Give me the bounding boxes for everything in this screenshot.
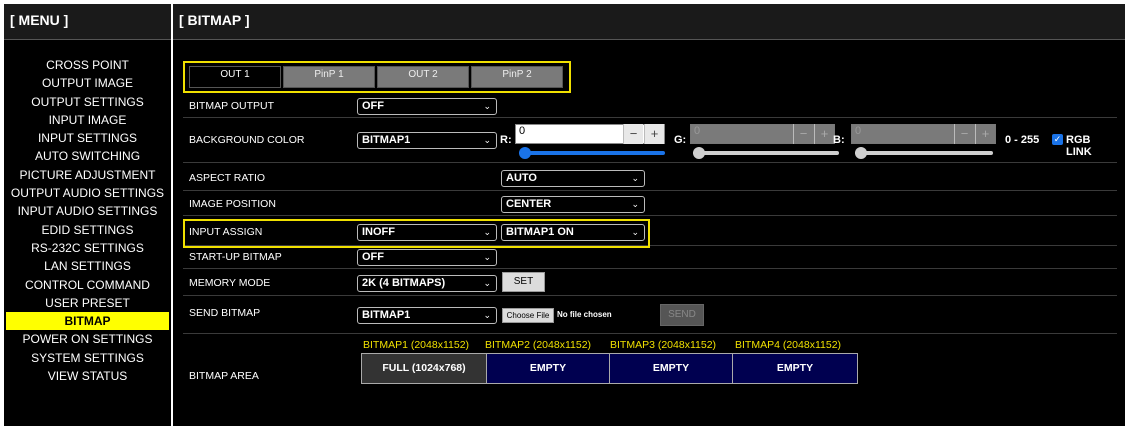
menu-item-input-settings[interactable]: INPUT SETTINGS	[4, 129, 171, 147]
rgb-link-label: RGB LINK	[1066, 134, 1092, 158]
startup-bitmap-label: START-UP BITMAP	[189, 251, 282, 263]
chevron-down-icon: ⌄	[483, 101, 491, 111]
aspect-ratio-select[interactable]: AUTO ⌄	[501, 170, 645, 187]
bitmap3-cell[interactable]: EMPTY	[609, 353, 733, 384]
memory-mode-label: MEMORY MODE	[189, 277, 271, 289]
range-text: 0 - 255	[1005, 134, 1040, 146]
bitmap-area-label: BITMAP AREA	[189, 370, 259, 382]
menu-item-edid-settings[interactable]: EDID SETTINGS	[4, 221, 171, 239]
send-bitmap-value: BITMAP1	[362, 309, 411, 321]
aspect-ratio-label: ASPECT RATIO	[189, 172, 266, 184]
bitmap3-header: BITMAP3 (2048x1152)	[610, 339, 717, 351]
memory-mode-value: 2K (4 BITMAPS)	[362, 277, 446, 289]
b-channel-label: B:	[833, 134, 845, 146]
image-position-label: IMAGE POSITION	[189, 198, 276, 210]
g-minus-button[interactable]: −	[793, 124, 813, 144]
menu-title: [ MENU ]	[4, 4, 171, 40]
image-position-select[interactable]: CENTER ⌄	[501, 196, 645, 213]
chevron-down-icon: ⌄	[631, 199, 639, 209]
menu-item-output-image[interactable]: OUTPUT IMAGE	[4, 74, 171, 92]
menu-item-power-on-settings[interactable]: POWER ON SETTINGS	[4, 330, 171, 348]
menu-item-lan-settings[interactable]: LAN SETTINGS	[4, 257, 171, 275]
menu-item-picture-adjustment[interactable]: PICTURE ADJUSTMENT	[4, 166, 171, 184]
main-panel: [ BITMAP ] OUT 1 PinP 1 OUT 2 PinP 2 BIT…	[173, 4, 1125, 426]
b-slider-knob[interactable]	[855, 147, 867, 159]
row-startup-bitmap: START-UP BITMAP OFF ⌄	[183, 246, 1117, 269]
g-channel-label: G:	[674, 134, 687, 146]
tab-out-1[interactable]: OUT 1	[189, 66, 281, 88]
g-slider-knob[interactable]	[693, 147, 705, 159]
aspect-ratio-value: AUTO	[506, 172, 537, 184]
bitmap1-cell[interactable]: FULL (1024x768)	[361, 353, 487, 384]
side-menu: [ MENU ] CROSS POINT OUTPUT IMAGE OUTPUT…	[4, 4, 171, 426]
bitmap2-header: BITMAP2 (2048x1152)	[485, 339, 592, 351]
row-background-color: BACKGROUND COLOR BITMAP1 ⌄ R: 0 − + G: 0…	[183, 118, 1117, 163]
r-slider-knob[interactable]	[519, 147, 531, 159]
choose-file-button[interactable]: Choose File	[502, 308, 554, 323]
menu-item-input-image[interactable]: INPUT IMAGE	[4, 111, 171, 129]
g-number-field: 0 − +	[690, 124, 835, 144]
rgb-link-checkbox[interactable]: ✓	[1052, 134, 1063, 145]
menu-item-user-preset[interactable]: USER PRESET	[4, 294, 171, 312]
row-memory-mode: MEMORY MODE 2K (4 BITMAPS) ⌄ SET	[183, 269, 1117, 296]
chevron-down-icon: ⌄	[483, 278, 491, 288]
b-slider[interactable]	[855, 147, 993, 159]
menu-item-output-settings[interactable]: OUTPUT SETTINGS	[4, 93, 171, 111]
chevron-down-icon: ⌄	[483, 310, 491, 320]
output-tabs: OUT 1 PinP 1 OUT 2 PinP 2	[183, 61, 571, 93]
menu-item-bitmap[interactable]: BITMAP	[6, 312, 169, 331]
chevron-down-icon: ⌄	[483, 135, 491, 145]
startup-bitmap-value: OFF	[362, 251, 384, 263]
menu-item-output-audio-settings[interactable]: OUTPUT AUDIO SETTINGS	[4, 184, 171, 202]
b-plus-button[interactable]: +	[975, 124, 995, 144]
page-title: [ BITMAP ]	[173, 4, 1125, 40]
menu-item-input-audio-settings[interactable]: INPUT AUDIO SETTINGS	[4, 202, 171, 220]
menu-item-view-status[interactable]: VIEW STATUS	[4, 367, 171, 385]
startup-bitmap-select[interactable]: OFF ⌄	[357, 249, 497, 266]
background-color-select[interactable]: BITMAP1 ⌄	[357, 132, 497, 149]
r-number-field: 0 − +	[515, 124, 665, 144]
g-slider[interactable]	[693, 147, 839, 159]
b-number-field: 0 − +	[851, 124, 996, 144]
r-plus-button[interactable]: +	[644, 124, 664, 144]
r-channel-label: R:	[500, 134, 512, 146]
chevron-down-icon: ⌄	[483, 252, 491, 262]
background-color-label: BACKGROUND COLOR	[189, 134, 305, 146]
row-send-bitmap: SEND BITMAP BITMAP1 ⌄ Choose File No fil…	[183, 296, 1117, 334]
tab-pinp-2[interactable]: PinP 2	[471, 66, 563, 88]
bitmap1-header: BITMAP1 (2048x1152)	[363, 339, 470, 351]
send-bitmap-select[interactable]: BITMAP1 ⌄	[357, 307, 497, 324]
menu-item-system-settings[interactable]: SYSTEM SETTINGS	[4, 349, 171, 367]
bitmap-output-value: OFF	[362, 100, 384, 112]
file-status-text: No file chosen	[557, 310, 612, 319]
set-button[interactable]: SET	[502, 272, 545, 292]
menu-item-cross-point[interactable]: CROSS POINT	[4, 56, 171, 74]
menu-item-auto-switching[interactable]: AUTO SWITCHING	[4, 147, 171, 165]
row-bitmap-output: BITMAP OUTPUT OFF ⌄	[183, 95, 1117, 118]
row-bitmap-area: BITMAP AREA BITMAP1 (2048x1152) BITMAP2 …	[183, 334, 1117, 394]
background-color-value: BITMAP1	[362, 134, 411, 146]
menu-item-control-command[interactable]: CONTROL COMMAND	[4, 276, 171, 294]
bitmap4-cell[interactable]: EMPTY	[732, 353, 858, 384]
bitmap-output-select[interactable]: OFF ⌄	[357, 98, 497, 115]
send-bitmap-label: SEND BITMAP	[189, 307, 261, 319]
menu-list: CROSS POINT OUTPUT IMAGE OUTPUT SETTINGS…	[4, 40, 171, 385]
g-plus-button[interactable]: +	[814, 124, 834, 144]
chevron-down-icon: ⌄	[631, 173, 639, 183]
menu-item-rs232c-settings[interactable]: RS-232C SETTINGS	[4, 239, 171, 257]
send-button[interactable]: SEND	[660, 304, 704, 326]
image-position-value: CENTER	[506, 198, 552, 210]
r-slider[interactable]	[519, 147, 665, 159]
tab-out-2[interactable]: OUT 2	[377, 66, 469, 88]
row-aspect-ratio: ASPECT RATIO AUTO ⌄	[183, 163, 1117, 191]
bitmap2-cell[interactable]: EMPTY	[486, 353, 610, 384]
memory-mode-select[interactable]: 2K (4 BITMAPS) ⌄	[357, 275, 497, 292]
tab-pinp-1[interactable]: PinP 1	[283, 66, 375, 88]
input-assign-highlight	[183, 219, 650, 248]
r-minus-button[interactable]: −	[623, 124, 643, 144]
bitmap4-header: BITMAP4 (2048x1152)	[735, 339, 842, 351]
b-minus-button[interactable]: −	[954, 124, 974, 144]
bitmap-output-label: BITMAP OUTPUT	[189, 100, 274, 112]
row-image-position: IMAGE POSITION CENTER ⌄	[183, 191, 1117, 216]
